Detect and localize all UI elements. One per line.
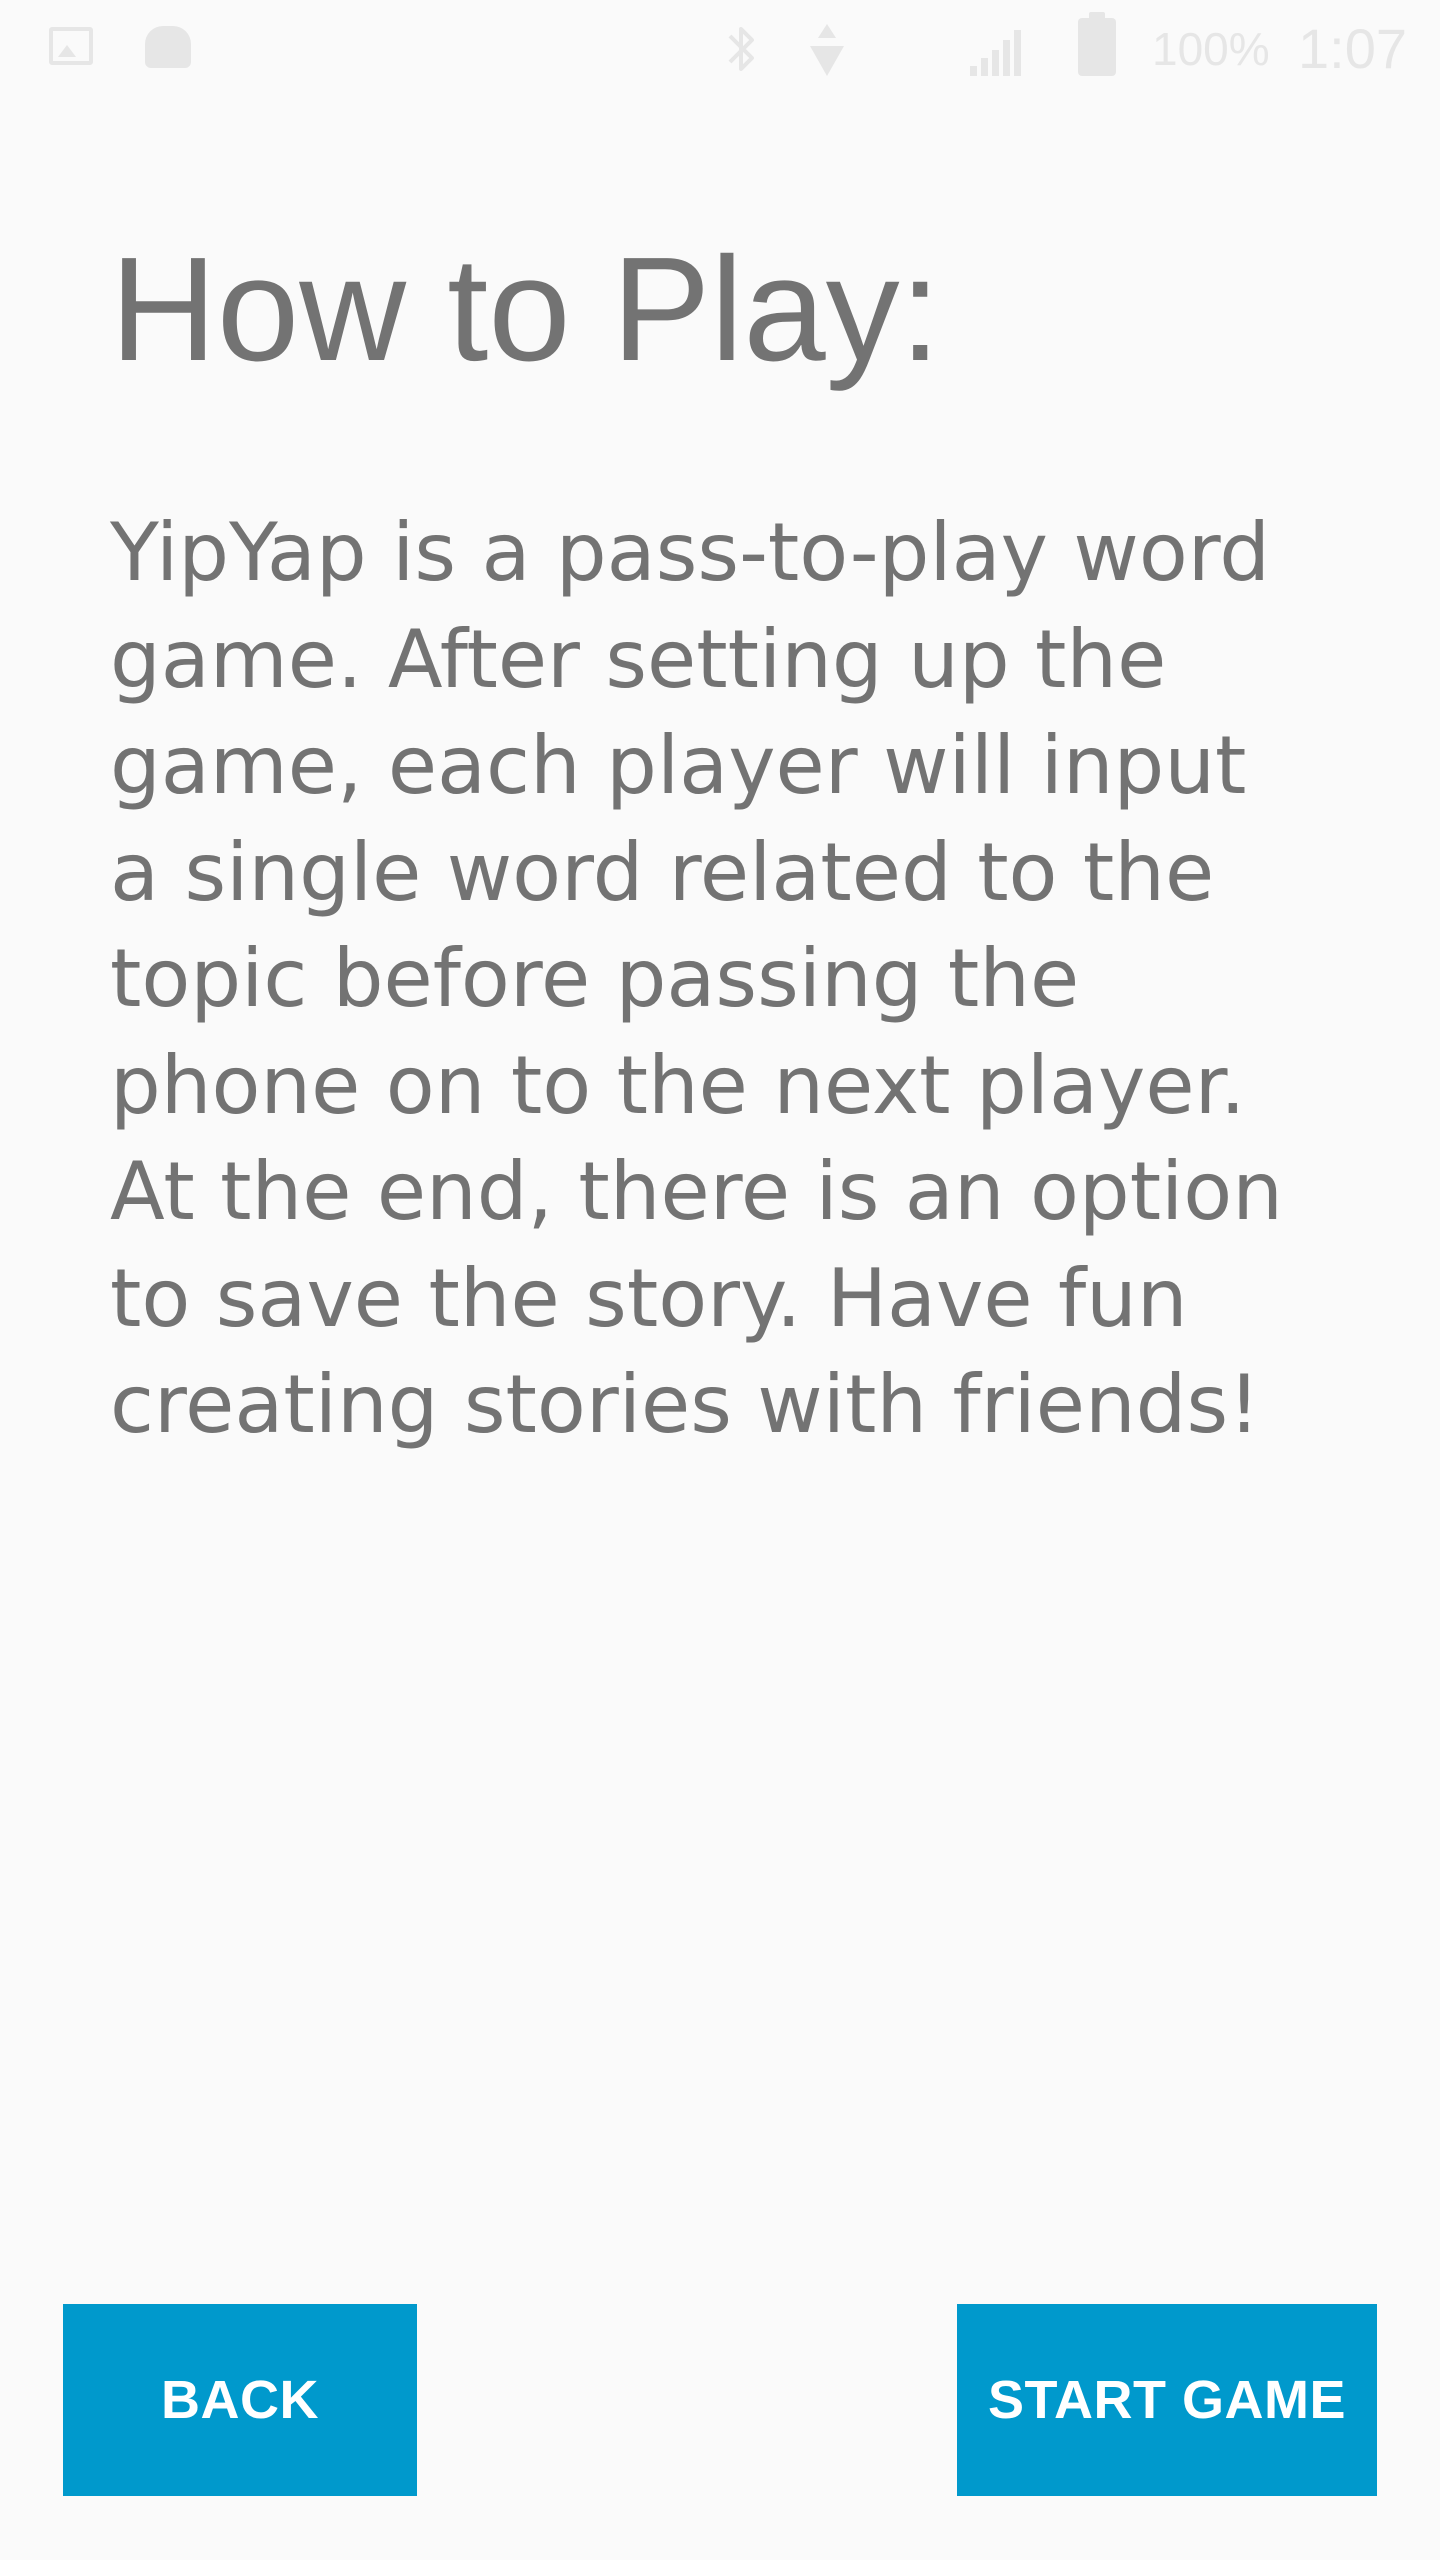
back-button[interactable]: BACK: [63, 2304, 417, 2496]
signal-icon: [970, 30, 1021, 76]
instructions-line: At the end, there is an option: [110, 1145, 1283, 1238]
page-title: How to Play:: [110, 227, 941, 392]
instructions-line: game. After setting up the: [110, 612, 1167, 706]
battery-percent: 100%: [1152, 23, 1270, 75]
instructions-line: game, each player will input: [110, 719, 1247, 812]
status-clock: 1:07: [1298, 17, 1407, 80]
bluetooth-icon: [728, 27, 754, 71]
wifi-icon: [810, 24, 844, 76]
instructions-line: creating stories with friends!: [110, 1358, 1261, 1451]
status-bar: 100% 1:07: [0, 0, 1440, 96]
instructions-line: a single word related to the: [110, 825, 1215, 919]
gallery-icon: [49, 27, 93, 65]
android-icon: [145, 26, 191, 68]
battery-icon: [1078, 12, 1116, 76]
instructions-line: phone on to the next player.: [110, 1038, 1246, 1132]
instructions-line: YipYap is a pass-to-play word: [110, 506, 1271, 599]
instructions-line: to save the story. Have fun: [110, 1251, 1188, 1345]
instructions-line: topic before passing the: [110, 932, 1080, 1025]
instructions-text: YipYap is a pass-to-play word game. Afte…: [110, 500, 1350, 1459]
start-game-button[interactable]: START GAME: [957, 2304, 1377, 2496]
